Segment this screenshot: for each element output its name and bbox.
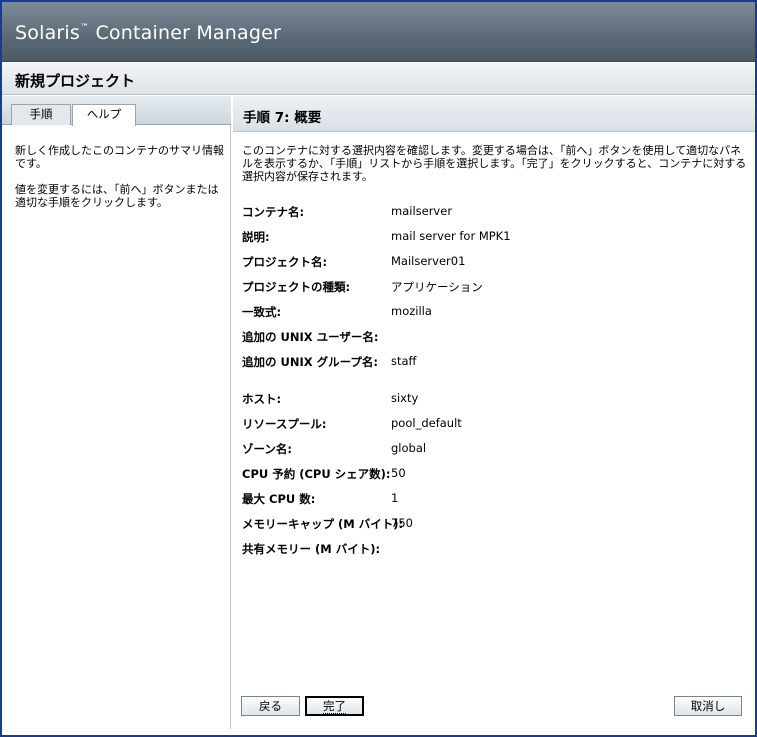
summary-value: mail server for MPK1 — [391, 229, 511, 243]
summary-label: 追加の UNIX ユーザー名: — [242, 330, 379, 344]
finish-button[interactable]: 完了 — [305, 696, 364, 716]
summary-label: CPU 予約 (CPU シェア数): — [242, 467, 391, 481]
summary-row-max-cpu: 最大 CPU 数: 1 — [242, 487, 742, 512]
summary-value: sixty — [391, 391, 419, 405]
summary-value: global — [391, 441, 427, 455]
left-pane: 手順 ヘルプ 新しく作成したこのコンテナのサマリ情報です。 値を変更するには、「… — [2, 96, 231, 729]
summary-value: 750 — [391, 516, 413, 530]
summary-value: pool_default — [391, 416, 462, 430]
help-text: 新しく作成したこのコンテナのサマリ情報です。 値を変更するには、「前へ」ボタンま… — [15, 144, 225, 222]
summary-value: staff — [391, 354, 417, 368]
right-pane: 手順 7: 概要 このコンテナに対する選択内容を確認します。変更する場合は、「前… — [233, 96, 755, 729]
summary-label: ホスト: — [242, 392, 282, 406]
summary-label: 一致式: — [242, 305, 282, 319]
summary-row-zone-name: ゾーン名: global — [242, 437, 742, 462]
help-paragraph: 新しく作成したこのコンテナのサマリ情報です。 — [15, 144, 224, 170]
summary-label: メモリーキャップ (M バイト): — [242, 517, 404, 531]
wizard-title-bar: 新規プロジェクト — [2, 63, 755, 95]
summary-row-project-type: プロジェクトの種類: アプリケーション — [242, 275, 742, 300]
summary-label: コンテナ名: — [242, 205, 305, 219]
summary-row-unix-groups: 追加の UNIX グループ名: staff — [242, 350, 742, 375]
finish-button-label: 完了 — [323, 699, 346, 714]
summary-row-unix-users: 追加の UNIX ユーザー名: — [242, 325, 742, 350]
summary-label: 共有メモリー (M バイト): — [242, 542, 381, 556]
step-instructions: このコンテナに対する選択内容を確認します。変更する場合は、「前へ」ボタンを使用し… — [242, 144, 747, 183]
summary-row-cpu-reservation: CPU 予約 (CPU シェア数): 50 — [242, 462, 742, 487]
summary-row-container-name: コンテナ名: mailserver — [242, 200, 742, 225]
summary-label: リソースプール: — [242, 417, 327, 431]
window-frame: Solaris™ Container Manager 新規プロジェクト 手順 ヘ… — [0, 0, 757, 737]
summary-value: 50 — [391, 466, 406, 480]
back-button[interactable]: 戻る — [241, 696, 300, 716]
summary-value: アプリケーション — [391, 280, 483, 294]
step-title: 手順 7: 概要 — [243, 110, 322, 126]
step-header: 手順 7: 概要 — [233, 96, 755, 132]
summary-label: プロジェクトの種類: — [242, 280, 351, 294]
summary-row-description: 説明: mail server for MPK1 — [242, 225, 742, 250]
summary-row-project-name: プロジェクト名: Mailserver01 — [242, 250, 742, 275]
help-paragraph: 値を変更するには、「前へ」ボタンまたは適切な手順をクリックします。 — [15, 183, 219, 209]
app-title-bar: Solaris™ Container Manager — [2, 2, 755, 62]
summary-value: 1 — [391, 491, 399, 505]
wizard-title: 新規プロジェクト — [15, 72, 136, 90]
summary-value: Mailserver01 — [391, 254, 466, 268]
summary-row-shared-memory: 共有メモリー (M バイト): — [242, 537, 742, 562]
summary-row-match-expression: 一致式: mozilla — [242, 300, 742, 325]
cancel-button[interactable]: 取消し — [674, 696, 742, 716]
tab-steps[interactable]: 手順 — [11, 104, 71, 125]
summary-label: 最大 CPU 数: — [242, 492, 316, 506]
summary-label: プロジェクト名: — [242, 255, 328, 269]
tab-strip: 手順 ヘルプ — [2, 96, 231, 126]
summary-row-resource-pool: リソースプール: pool_default — [242, 412, 742, 437]
app-title: Solaris™ Container Manager — [15, 22, 282, 44]
summary-row-memory-cap: メモリーキャップ (M バイト): 750 — [242, 512, 742, 537]
tab-help[interactable]: ヘルプ — [72, 104, 136, 126]
summary-label: 追加の UNIX グループ名: — [242, 355, 379, 369]
summary-value: mozilla — [391, 304, 432, 318]
summary-row-host: ホスト: sixty — [242, 387, 742, 412]
summary-value: mailserver — [391, 204, 453, 218]
summary-list: コンテナ名: mailserver 説明: mail server for MPK1… — [242, 200, 742, 562]
summary-label: ゾーン名: — [242, 442, 293, 456]
summary-label: 説明: — [242, 230, 270, 244]
